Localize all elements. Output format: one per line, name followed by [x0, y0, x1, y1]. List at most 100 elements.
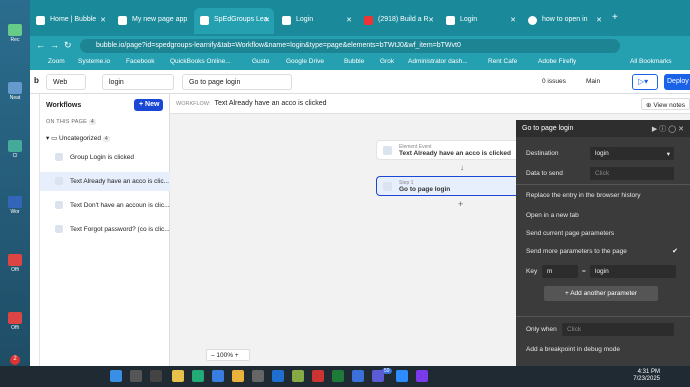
desktop-icon[interactable]: Cl: [3, 140, 27, 159]
close-icon[interactable]: ✕: [428, 16, 434, 24]
bookmark[interactable]: Administrator dash...: [408, 58, 468, 65]
deploy-button[interactable]: Deploy: [664, 74, 690, 90]
bookmark[interactable]: QuickBooks Online...: [170, 58, 231, 65]
more-params-checkbox[interactable]: ✔: [672, 247, 678, 255]
panel-header: Go to page login ▶ⓘ◯✕: [516, 120, 690, 137]
action-icon: [383, 182, 392, 191]
workflow-item[interactable]: Text Don't have an accoun is clic...: [40, 196, 170, 215]
bookmark[interactable]: All Bookmarks: [630, 58, 672, 65]
workflow-item[interactable]: Group Login is clicked: [40, 148, 170, 167]
desktop-icon[interactable]: Offi: [3, 312, 27, 331]
google-icon: [528, 16, 537, 25]
destination-select[interactable]: login ▾: [590, 147, 674, 160]
close-icon[interactable]: ✕: [100, 16, 106, 24]
tab-strip: Home | Bubble ✕ My new page app SpEdGroup…: [30, 0, 690, 36]
zoom-icon[interactable]: [396, 370, 408, 382]
browser-tab[interactable]: (2918) Build a R ✕: [358, 8, 438, 34]
desktop-icon[interactable]: Rec: [3, 24, 27, 43]
new-tab-button[interactable]: +: [612, 12, 618, 23]
category-uncategorized[interactable]: ▾ ▭ Uncategorized 4: [46, 134, 110, 142]
bookmark[interactable]: Facebook: [126, 58, 155, 65]
only-when-field[interactable]: Click: [562, 323, 674, 336]
app-icon[interactable]: [312, 370, 324, 382]
outlook-icon[interactable]: [272, 370, 284, 382]
browser-tab[interactable]: Login ✕: [440, 8, 520, 34]
bookmark[interactable]: Google Drive: [286, 58, 324, 65]
search-icon[interactable]: [130, 370, 142, 382]
app-icon[interactable]: [292, 370, 304, 382]
desktop-icon[interactable]: Offi: [3, 254, 27, 273]
app-icon[interactable]: [416, 370, 428, 382]
bookmarks-bar: Zoom Systeme.io Facebook QuickBooks Onli…: [30, 55, 690, 70]
bookmark[interactable]: Grok: [380, 58, 394, 65]
browser-window: Home | Bubble ✕ My new page app SpEdGroup…: [30, 0, 690, 366]
page-icon: [446, 16, 455, 25]
clock[interactable]: 4:31 PM 7/23/2025: [633, 369, 660, 383]
add-action-button[interactable]: +: [458, 199, 463, 209]
workflow-item[interactable]: Text Forgot password? (co is clic...: [40, 220, 170, 239]
browser-tab[interactable]: My new page app: [112, 8, 192, 34]
element-select[interactable]: Go to page login: [182, 74, 292, 90]
close-icon[interactable]: ✕: [346, 16, 352, 24]
desktop-icon[interactable]: Neat: [3, 82, 27, 101]
url-input[interactable]: bubble.io/page?id=spedgroups-learnify&ta…: [80, 39, 620, 53]
browser-tab[interactable]: how to open in ✕: [522, 8, 606, 34]
flow-arrow: ↓: [460, 163, 464, 172]
param-key-field[interactable]: m: [542, 265, 578, 278]
bookmark[interactable]: Zoom: [48, 58, 65, 65]
preview-button[interactable]: ▷▾: [632, 74, 658, 90]
new-workflow-button[interactable]: + New: [134, 99, 163, 111]
browser-tab[interactable]: SpEdGroups Lea ✕: [194, 8, 274, 34]
bubble-icon: [36, 16, 45, 25]
bubble-icon: [200, 16, 209, 25]
workflow-name[interactable]: Text Already have an acco is clicked: [214, 100, 326, 107]
close-icon[interactable]: ✕: [264, 16, 270, 24]
zoom-control[interactable]: – 100% +: [206, 349, 250, 361]
close-icon[interactable]: ✕: [510, 16, 516, 24]
desktop-strip: Rec Neat Cl Wor Offi Offi 2: [0, 0, 30, 366]
bookmark[interactable]: Adobe Firefly: [538, 58, 576, 65]
panel-tools-icons[interactable]: ▶ⓘ◯✕: [652, 124, 686, 134]
start-icon[interactable]: [110, 370, 122, 382]
event-icon: [383, 146, 392, 155]
chrome-icon[interactable]: [172, 370, 184, 382]
excel-icon[interactable]: [332, 370, 344, 382]
close-icon[interactable]: ✕: [596, 16, 602, 24]
workflows-panel: Workflows + New ON THIS PAGE 4 ▾ ▭ Uncat…: [40, 94, 170, 366]
branch-select[interactable]: Main: [586, 78, 600, 85]
bookmark[interactable]: Gusto: [252, 58, 269, 65]
forward-icon[interactable]: →: [50, 40, 59, 50]
event-icon: [55, 177, 63, 185]
workflow-item[interactable]: Text Already have an acco is clic...: [40, 172, 170, 191]
back-icon[interactable]: ←: [36, 40, 45, 50]
data-to-send-field[interactable]: Click: [590, 167, 674, 180]
browser-tab[interactable]: Home | Bubble ✕: [30, 8, 110, 34]
edge-icon[interactable]: [212, 370, 224, 382]
add-parameter-button[interactable]: + Add another parameter: [544, 286, 658, 301]
workflows-title: Workflows: [46, 102, 82, 109]
bookmark[interactable]: Rent Cafe: [488, 58, 517, 65]
reload-icon[interactable]: ↻: [64, 40, 72, 51]
param-value-field[interactable]: login: [590, 265, 676, 278]
browser-tab[interactable]: Login ✕: [276, 8, 356, 34]
taskbar: 59 4:31 PM 7/23/2025: [0, 366, 690, 387]
app-icon[interactable]: [252, 370, 264, 382]
folder-icon[interactable]: [232, 370, 244, 382]
app-icon[interactable]: [192, 370, 204, 382]
platform-select[interactable]: Web: [46, 74, 86, 90]
address-bar-row: ← → ↻ bubble.io/page?id=spedgroups-learn…: [30, 36, 690, 55]
bookmark[interactable]: Bubble: [344, 58, 364, 65]
editor-topbar: b Web login Go to page login 0 issues Ma…: [30, 70, 690, 94]
bookmark[interactable]: Systeme.io: [78, 58, 110, 65]
bubble-icon: [118, 16, 127, 25]
teams-icon[interactable]: [372, 370, 384, 382]
youtube-icon: [364, 16, 373, 25]
desktop-icon[interactable]: Wor: [3, 196, 27, 215]
task-view-icon[interactable]: [150, 370, 162, 382]
bubble-logo[interactable]: b: [34, 76, 39, 85]
view-notes-button[interactable]: ⊕ View notes: [641, 98, 690, 110]
event-icon: [55, 201, 63, 209]
issues-indicator[interactable]: 0 issues: [542, 78, 566, 85]
page-select[interactable]: login: [102, 74, 174, 90]
app-icon[interactable]: [352, 370, 364, 382]
